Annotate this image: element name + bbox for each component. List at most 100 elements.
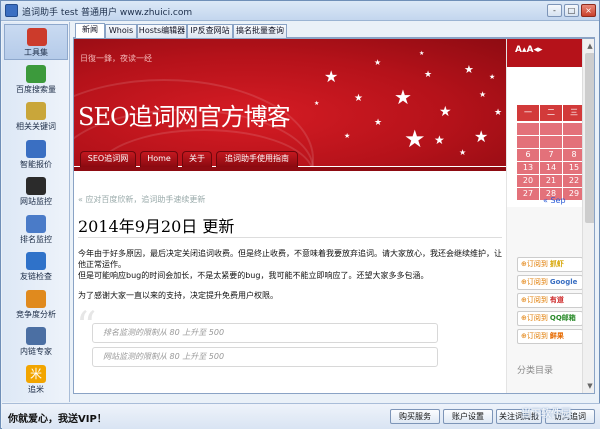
sidebar-item-2[interactable]: 百度搜索量 <box>2 62 70 98</box>
star-icon: ★ <box>479 90 487 99</box>
star-icon: ★ <box>404 125 426 153</box>
magnifier-icon <box>26 102 46 120</box>
calendar-day[interactable]: 15 <box>563 162 582 174</box>
sitemap-icon <box>26 327 46 345</box>
subscribe-prefix: ⊕订阅到 <box>521 260 548 268</box>
close-button[interactable]: × <box>581 4 596 17</box>
sidebar-item-9[interactable]: 内链专家 <box>2 324 70 360</box>
calendar-day[interactable] <box>517 136 539 148</box>
tab-hosts-editor[interactable]: Hosts编辑器 <box>137 24 187 38</box>
star-icon: ★ <box>434 133 445 147</box>
vertical-scrollbar[interactable]: ▲ ▼ <box>582 39 594 393</box>
sidebar-item-5[interactable]: 网站监控 <box>2 174 70 210</box>
browser-view: ★ ★ ★ ★ ★ ★ ★ ★ ★ ★ ★ ★ ★ ★ ★ ★ ★ ★ 日復一鋒，夜读一经 SEO追词网官方博客 … <box>73 38 595 394</box>
calendar-day[interactable]: 6 <box>517 149 539 161</box>
calendar-day[interactable]: 8 <box>563 149 582 161</box>
sidebar-item-4[interactable]: 智能报价 <box>2 137 70 173</box>
calendar-day[interactable]: 13 <box>517 162 539 174</box>
tab-bar: 新闻 Whois Hosts编辑器 IP反查网站 搞名批量查询 <box>73 23 595 38</box>
tab-news[interactable]: 新闻 <box>75 23 105 38</box>
minimize-button[interactable]: - <box>547 4 562 17</box>
blog-title: SEO追词网官方博客 <box>78 103 291 131</box>
subscribe-service: 鲜果 <box>549 332 564 340</box>
chart-check-icon <box>26 64 46 83</box>
sidebar-item-3[interactable]: 相关关键词 <box>2 99 70 135</box>
subscribe-service: 有道 <box>549 296 564 304</box>
category-title: 分类目录 <box>517 366 554 376</box>
calendar-day[interactable]: 22 <box>563 175 582 187</box>
limit-item: 排名监测的限制从 80 上升至 500 <box>92 323 438 343</box>
subscribe-prefix: ⊕订阅到 <box>521 278 548 286</box>
sidebar-item-1[interactable]: 工具集 <box>4 24 68 60</box>
limit-item: 网站监测的限制从 80 上升至 500 <box>92 347 438 367</box>
star-icon: ★ <box>474 127 489 146</box>
promo-link[interactable]: 你就爱心，我送VIP！ <box>8 410 107 425</box>
maximize-button[interactable]: □ <box>564 4 579 17</box>
subscribe-prefix: ⊕订阅到 <box>521 314 548 322</box>
calendar-weekday: 二 <box>540 105 562 121</box>
nav-item-about[interactable]: 关于 <box>182 151 212 167</box>
sidebar-item-10[interactable]: 米追米 <box>2 362 70 398</box>
sidebar-item-label: 竞争度分析 <box>16 309 56 319</box>
star-icon: ★ <box>394 85 412 109</box>
calendar-day[interactable] <box>540 136 562 148</box>
star-icon: ★ <box>374 58 382 67</box>
star-icon: ★ <box>464 63 474 76</box>
calendar-day[interactable]: 7 <box>540 149 562 161</box>
calendar-prev-link[interactable]: « Sep <box>543 196 566 205</box>
tab-ip-reverse[interactable]: IP反查网站 <box>187 24 233 38</box>
calendar-day[interactable] <box>563 136 582 148</box>
sidebar-item-label: 相关关键词 <box>16 122 56 131</box>
calendar-day[interactable]: 27 <box>517 188 539 200</box>
account-settings-button[interactable]: 账户设置 <box>443 409 493 424</box>
calendar-day[interactable]: 20 <box>517 175 539 187</box>
star-icon: ★ <box>439 104 452 120</box>
subscribe-button[interactable]: ⊕订阅到 QQ邮箱 <box>517 311 582 326</box>
subscribe-service: 抓虾 <box>549 260 564 268</box>
buy-service-button[interactable]: 购买服务 <box>390 409 440 424</box>
status-bar: 你就爱心，我送VIP！ 购买服务 账户设置 关注词周报 访问追词 <box>2 403 600 429</box>
app-logo-icon <box>5 4 18 17</box>
sidebar-item-label: 友链检查 <box>20 272 52 281</box>
subscribe-button[interactable]: ⊕订阅到 Google <box>517 275 582 290</box>
subscribe-button[interactable]: ⊕订阅到 有道 <box>517 293 582 308</box>
post-paragraph: 今年由于好多原因，最后决定关闭追词收费。但是终止收费，不意味着我要放弃追词。请大… <box>78 249 502 269</box>
blog-tagline: 日復一鋒，夜读一经 <box>80 54 152 63</box>
star-icon: ★ <box>459 148 467 157</box>
calendar-day[interactable] <box>563 123 582 135</box>
post-title: 2014年9月20日 更新 <box>78 217 235 236</box>
nav-item-guide[interactable]: 追词助手使用指南 <box>216 151 298 167</box>
calendar-day[interactable]: 29 <box>563 188 582 200</box>
calendar-day[interactable] <box>540 123 562 135</box>
nav-item-seo[interactable]: SEO追词网 <box>80 151 136 167</box>
scroll-thumb[interactable] <box>585 53 594 223</box>
title-bar[interactable]: 追词助手 test 普通用户 www.zhuici.com - □ × <box>1 1 599 21</box>
star-icon: ★ <box>489 73 496 81</box>
post-paragraph: 为了感谢大家一直以来的支持，决定提升免费用户权限。 <box>78 291 278 300</box>
sidebar-header: A▴A◂▸ <box>507 39 582 67</box>
calendar-day[interactable]: 14 <box>540 162 562 174</box>
page-content: ★ ★ ★ ★ ★ ★ ★ ★ ★ ★ ★ ★ ★ ★ ★ ★ ★ ★ 日復一鋒，夜读一经 SEO追词网官方博客 … <box>74 39 506 379</box>
calendar-weekday: 三 <box>563 105 582 121</box>
sidebar-item-6[interactable]: 排名监控 <box>2 212 70 248</box>
star-icon: ★ <box>344 132 351 140</box>
sidebar-item-label: 内链专家 <box>20 347 52 356</box>
tab-batch-query[interactable]: 搞名批量查询 <box>233 24 287 38</box>
subscribe-button[interactable]: ⊕订阅到 鲜果 <box>517 329 582 344</box>
window-title: 追词助手 test 普通用户 www.zhuici.com <box>22 8 193 18</box>
scroll-down-icon[interactable]: ▼ <box>585 381 594 391</box>
calendar-day[interactable] <box>517 123 539 135</box>
nav-underline <box>74 167 506 171</box>
sidebar-item-label: 智能报价 <box>20 159 52 169</box>
nav-item-home[interactable]: Home <box>140 151 178 167</box>
sidebar-item-7[interactable]: 友链检查 <box>2 249 70 285</box>
blog-sidebar: A▴A◂▸ 一二三 6 7 8 13 14 15 20 21 22 27 28 29 « Sep ⊕订阅… <box>506 39 582 393</box>
blog-banner: ★ ★ ★ ★ ★ ★ ★ ★ ★ ★ ★ ★ ★ ★ ★ ★ ★ ★ 日復一鋒，夜读一经 SEO追词网官方博客 … <box>74 39 506 239</box>
calendar-day[interactable]: 21 <box>540 175 562 187</box>
tab-whois[interactable]: Whois <box>105 24 137 38</box>
scroll-up-icon[interactable]: ▲ <box>585 41 594 51</box>
font-size-icon[interactable]: A▴A◂▸ <box>515 45 542 55</box>
sidebar-item-8[interactable]: 竞争度分析 <box>2 287 70 323</box>
prev-post-link[interactable]: « 应对百度欣新，追词助手速续更新 <box>78 194 205 205</box>
subscribe-button[interactable]: ⊕订阅到 抓虾 <box>517 257 582 272</box>
